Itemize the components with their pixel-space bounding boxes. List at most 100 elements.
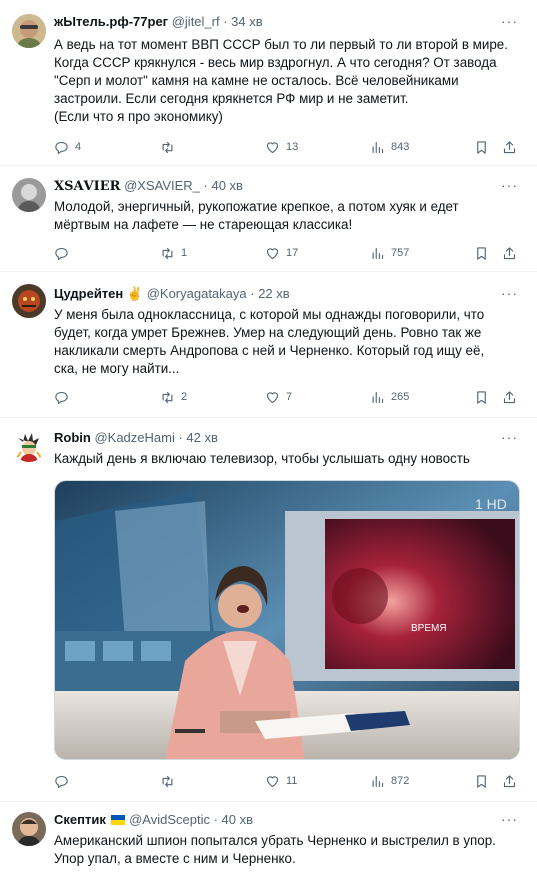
- tweet-text: Молодой, энергичный, рукопожатие крепкое…: [54, 198, 525, 234]
- avatar[interactable]: [12, 812, 46, 846]
- tweet[interactable]: Скептик @AvidSceptic · 40 хв ··· Америка…: [0, 802, 537, 874]
- like-button[interactable]: 17: [265, 244, 298, 262]
- action-bar: 1 17 757: [54, 244, 523, 262]
- views-button[interactable]: 843: [370, 138, 409, 156]
- retweet-button[interactable]: [160, 772, 181, 790]
- tweet[interactable]: жЫтель.рф-77рег @jitel_rf · 34 хв ··· А …: [0, 0, 537, 166]
- tweet-body: А ведь на тот момент ВВП СССР был то ли …: [54, 37, 508, 124]
- views-button[interactable]: 757: [370, 244, 409, 262]
- display-name[interactable]: 𝐗𝐒𝐀𝐕𝐈𝐄𝐑: [54, 179, 120, 194]
- handle[interactable]: @jitel_rf: [172, 14, 220, 29]
- channel-logo: 1 HD: [475, 496, 507, 512]
- share-button[interactable]: [502, 772, 517, 790]
- reply-button[interactable]: [54, 388, 75, 406]
- retweet-icon: [160, 140, 175, 155]
- views-button[interactable]: 872: [370, 772, 409, 790]
- tweet-header: Цудрейтен ✌ @Koryagatakaya · 22 хв: [54, 286, 497, 304]
- tweet-text: Каждый день я включаю телевизор, чтобы у…: [54, 450, 525, 468]
- more-icon[interactable]: ···: [501, 430, 517, 446]
- bookmark-button[interactable]: [474, 138, 489, 156]
- avatar[interactable]: [12, 428, 46, 462]
- display-name[interactable]: Robin: [54, 430, 91, 445]
- like-button[interactable]: 11: [265, 772, 297, 790]
- bookmark-icon: [474, 246, 489, 261]
- retweet-count: 1: [181, 247, 188, 259]
- retweet-button[interactable]: [160, 138, 181, 156]
- like-count: 17: [286, 247, 299, 259]
- share-button[interactable]: [502, 244, 517, 262]
- tweet-body: Каждый день я включаю телевизор, чтобы у…: [54, 451, 470, 466]
- view-count: 757: [391, 247, 410, 259]
- avatar[interactable]: [12, 284, 46, 318]
- media-caption: ВРЕМЯ: [411, 623, 447, 634]
- bookmark-button[interactable]: [474, 388, 489, 406]
- tweet-header: Скептик @AvidSceptic · 40 хв: [54, 812, 497, 830]
- more-icon[interactable]: ···: [501, 178, 517, 194]
- like-count: 11: [286, 775, 298, 787]
- retweet-button[interactable]: 2: [160, 388, 187, 406]
- timestamp[interactable]: · 40 хв: [204, 178, 243, 193]
- reply-count: 4: [75, 141, 82, 153]
- timestamp[interactable]: · 42 хв: [178, 430, 217, 445]
- views-button[interactable]: 265: [370, 388, 409, 406]
- views-icon: [370, 774, 385, 789]
- news-studio-image: ВРЕМЯ 1 HD: [55, 481, 519, 759]
- reply-button[interactable]: [54, 244, 75, 262]
- reply-button[interactable]: 4: [54, 138, 81, 156]
- timestamp[interactable]: · 40 хв: [214, 812, 253, 827]
- retweet-icon: [160, 774, 175, 789]
- bookmark-button[interactable]: [474, 772, 489, 790]
- bookmark-button[interactable]: [474, 244, 489, 262]
- reply-button[interactable]: [54, 772, 75, 790]
- reply-icon: [54, 246, 69, 261]
- retweet-button[interactable]: 1: [160, 244, 187, 262]
- retweet-icon: [160, 390, 175, 405]
- reply-icon: [54, 390, 69, 405]
- bookmark-icon: [474, 140, 489, 155]
- like-button[interactable]: 7: [265, 388, 292, 406]
- heart-icon: [265, 140, 280, 155]
- more-icon[interactable]: ···: [501, 286, 517, 302]
- handle[interactable]: @AvidSceptic: [129, 812, 210, 827]
- tweet-text: А ведь на тот момент ВВП СССР был то ли …: [54, 36, 525, 126]
- timestamp[interactable]: · 34 хв: [223, 14, 262, 29]
- tweet-header: жЫтель.рф-77рег @jitel_rf · 34 хв: [54, 14, 497, 32]
- ukraine-flag-icon: [111, 815, 126, 825]
- reply-icon: [54, 140, 69, 155]
- tweet-image[interactable]: ВРЕМЯ 1 HD: [54, 480, 520, 760]
- tweet-body: Молодой, энергичный, рукопожатие крепкое…: [54, 199, 459, 232]
- share-button[interactable]: [502, 138, 517, 156]
- bookmark-icon: [474, 774, 489, 789]
- display-name[interactable]: Скептик: [54, 812, 106, 827]
- bookmark-icon: [474, 390, 489, 405]
- share-icon: [502, 774, 517, 789]
- tweet[interactable]: Цудрейтен ✌ @Koryagatakaya · 22 хв ··· У…: [0, 272, 537, 418]
- avatar[interactable]: [12, 178, 46, 212]
- action-bar: 4 13 843: [54, 138, 523, 156]
- action-bar: 2 7 265: [54, 388, 523, 406]
- action-bar: 11 872: [54, 772, 523, 790]
- timestamp[interactable]: · 22 хв: [250, 286, 289, 301]
- views-icon: [370, 140, 385, 155]
- tweet-body: Американский шпион попытался убрать Черн…: [54, 833, 496, 866]
- handle[interactable]: @XSAVIER_: [124, 178, 200, 193]
- display-name[interactable]: жЫтель.рф-77рег: [54, 14, 168, 29]
- tweet[interactable]: 𝐗𝐒𝐀𝐕𝐈𝐄𝐑 @XSAVIER_ · 40 хв ··· Молодой, э…: [0, 166, 537, 272]
- heart-icon: [265, 390, 280, 405]
- more-icon[interactable]: ···: [501, 812, 517, 828]
- like-button[interactable]: 13: [265, 138, 298, 156]
- handle[interactable]: @Koryagatakaya: [147, 286, 247, 301]
- tweet-body: У меня была одноклассница, с которой мы …: [54, 307, 485, 376]
- share-button[interactable]: [502, 388, 517, 406]
- display-name[interactable]: Цудрейтен ✌: [54, 286, 143, 301]
- views-icon: [370, 246, 385, 261]
- view-count: 843: [391, 141, 410, 153]
- share-icon: [502, 246, 517, 261]
- like-count: 13: [286, 141, 299, 153]
- share-icon: [502, 140, 517, 155]
- more-icon[interactable]: ···: [501, 14, 517, 30]
- avatar[interactable]: [12, 14, 46, 48]
- tweet[interactable]: Robin @KadzeHami · 42 хв ··· Каждый день…: [0, 418, 537, 802]
- views-icon: [370, 390, 385, 405]
- handle[interactable]: @KadzeHami: [94, 430, 174, 445]
